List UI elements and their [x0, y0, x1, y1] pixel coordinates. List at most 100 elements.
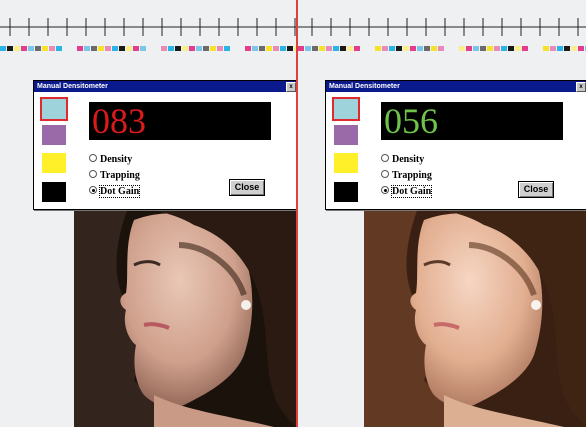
color-bar-patch [424, 46, 430, 51]
color-bar-patch [140, 46, 146, 51]
right-panel: Manual Densitometer x 056 Density Trappi… [298, 0, 586, 427]
close-button[interactable]: Close [229, 179, 265, 196]
color-bar-patch [91, 46, 97, 51]
color-bar-patch [119, 46, 125, 51]
swatch-cyan[interactable] [334, 99, 358, 119]
close-icon[interactable]: x [286, 82, 296, 92]
color-bar-patch [347, 46, 353, 51]
color-bar-patch [203, 46, 209, 51]
color-bar-patch [305, 46, 311, 51]
color-bar-patch [77, 46, 83, 51]
color-bar-patch [382, 46, 388, 51]
color-bar-patch [56, 46, 62, 51]
color-bar-patch [217, 46, 223, 51]
color-bar-patch [333, 46, 339, 51]
color-bar-patch [431, 46, 437, 51]
color-bar-patch [14, 46, 20, 51]
radio-dot-gain-label: Dot Gain [98, 185, 141, 198]
color-bar-patch [259, 46, 265, 51]
color-bar-patch [126, 46, 132, 51]
close-icon[interactable]: x [576, 82, 586, 92]
color-bar-patch [459, 46, 465, 51]
color-bar-patch [515, 46, 521, 51]
color-bar-patch [543, 46, 549, 51]
color-bar-patch [224, 46, 230, 51]
registration-ruler [0, 18, 296, 51]
swatch-black[interactable] [334, 182, 358, 202]
color-bar-patch [21, 46, 27, 51]
densitometer-dialog-right: Manual Densitometer x 056 Density Trappi… [325, 80, 586, 210]
radio-dot-gain[interactable]: Dot Gain [381, 185, 433, 198]
close-button[interactable]: Close [518, 181, 554, 198]
swatch-yellow[interactable] [42, 153, 66, 173]
color-bar-patch [396, 46, 402, 51]
radio-density-icon [89, 154, 97, 162]
radio-density[interactable]: Density [381, 153, 424, 166]
radio-dot-gain-icon [381, 186, 389, 194]
color-bar-patch [168, 46, 174, 51]
color-bar-patch [98, 46, 104, 51]
dialog-title: Manual Densitometer [329, 83, 400, 90]
densitometer-dialog-left: Manual Densitometer x 083 Density Trappi… [33, 80, 296, 210]
color-bar-patch [417, 46, 423, 51]
color-bar-patch [550, 46, 556, 51]
color-bar-patch [161, 46, 167, 51]
radio-dot-gain-icon [89, 186, 97, 194]
dialog-titlebar[interactable]: Manual Densitometer x [34, 81, 296, 92]
color-bar-patch [84, 46, 90, 51]
color-bar-patch [49, 46, 55, 51]
color-bar-patch [557, 46, 563, 51]
readout-display: 056 [381, 101, 563, 141]
radio-dot-gain[interactable]: Dot Gain [89, 185, 141, 198]
radio-trapping[interactable]: Trapping [89, 169, 140, 182]
radio-density[interactable]: Density [89, 153, 132, 166]
readout-display: 083 [89, 101, 271, 141]
radio-trapping-label: Trapping [100, 170, 140, 181]
radio-trapping[interactable]: Trapping [381, 169, 432, 182]
color-bar-patch [42, 46, 48, 51]
color-bar-patch [196, 46, 202, 51]
color-bar-patch [326, 46, 332, 51]
color-bar-patch [112, 46, 118, 51]
color-bar-patch [0, 46, 6, 51]
color-bar-patch [438, 46, 444, 51]
swatch-magenta[interactable] [334, 125, 358, 145]
color-bar-patch [487, 46, 493, 51]
radio-trapping-label: Trapping [392, 170, 432, 181]
color-bar-patch [28, 46, 34, 51]
color-bar-patch [389, 46, 395, 51]
color-bar-patch [508, 46, 514, 51]
color-bar-patch [210, 46, 216, 51]
color-bar-patch [466, 46, 472, 51]
color-bar-patch [266, 46, 272, 51]
dialog-titlebar[interactable]: Manual Densitometer x [326, 81, 586, 92]
color-bar-patch [501, 46, 507, 51]
color-bar-patch [287, 46, 293, 51]
color-bar-patch [473, 46, 479, 51]
color-bar-patch [35, 46, 41, 51]
swatch-black[interactable] [42, 182, 66, 202]
color-bar-patch [298, 46, 304, 51]
radio-dot-gain-label: Dot Gain [390, 185, 433, 198]
color-bar-patch [564, 46, 570, 51]
left-panel: Manual Densitometer x 083 Density Trappi… [0, 0, 296, 427]
color-bar-patch [252, 46, 258, 51]
portrait-photo-corrected [364, 205, 586, 427]
color-bar-patch [480, 46, 486, 51]
registration-ruler [298, 18, 586, 51]
color-bar-patch [245, 46, 251, 51]
color-bar-patch [354, 46, 360, 51]
swatch-magenta[interactable] [42, 125, 66, 145]
color-bar-patch [175, 46, 181, 51]
color-bar-patch [189, 46, 195, 51]
readout-value: 056 [384, 101, 438, 141]
swatch-yellow[interactable] [334, 153, 358, 173]
readout-value: 083 [92, 101, 146, 141]
radio-density-label: Density [100, 154, 133, 165]
color-bar-patch [522, 46, 528, 51]
radio-density-label: Density [392, 154, 425, 165]
radio-trapping-icon [89, 170, 97, 178]
radio-trapping-icon [381, 170, 389, 178]
swatch-cyan[interactable] [42, 99, 66, 119]
dialog-title: Manual Densitometer [37, 83, 108, 90]
